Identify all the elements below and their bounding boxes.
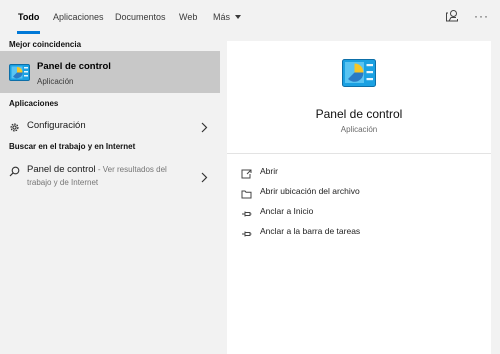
web-result-title: Panel de control [27,164,96,175]
chevron-right-icon[interactable] [201,170,208,188]
folder-location-icon [241,186,252,204]
best-match-title: Panel de control [37,61,111,72]
action-anclar-barra-tareas-label: Anclar a la barra de tareas [260,226,361,236]
section-header-trabajo-internet: Buscar en el trabajo y en Internet [9,142,136,151]
web-result-desc-2: trabajo y de Internet [27,178,99,187]
web-result-text: Panel de control - Ver resultados del tr… [27,163,167,189]
preview-subtitle: Aplicación [340,125,378,134]
preview-title: Panel de control [315,107,403,121]
chevron-right-icon[interactable] [201,120,208,138]
search-filter-tabs: Todo Aplicaciones Documentos Web Más ··· [0,0,500,34]
action-anclar-barra-tareas[interactable]: Anclar a la barra de tareas [241,225,381,241]
control-panel-icon [9,64,30,86]
chevron-down-icon [235,15,242,19]
best-match-result[interactable]: Panel de control Aplicación [0,51,220,93]
tab-documentos[interactable]: Documentos [115,0,166,34]
section-header-best-match: Mejor coincidencia [9,40,82,49]
tab-todo[interactable]: Todo [16,0,41,34]
web-result-desc-1: - Ver resultados del [95,165,167,174]
best-match-subtitle: Aplicación [37,77,74,86]
pin-icon [241,206,252,224]
action-abrir-ubicacion-label: Abrir ubicación del archivo [260,186,360,196]
tab-web[interactable]: Web [179,0,197,34]
action-abrir-ubicacion[interactable]: Abrir ubicación del archivo [241,185,381,201]
more-options-icon[interactable]: ··· [474,9,489,23]
tab-mas-label: Más [213,12,231,22]
pin-icon [241,226,252,244]
control-panel-icon [342,59,376,92]
section-header-aplicaciones: Aplicaciones [9,99,59,108]
preview-pane: Panel de control Aplicación Abrir Abrir … [227,41,491,354]
gear-icon [9,120,20,138]
divider [227,153,491,154]
action-anclar-inicio-label: Anclar a Inicio [260,206,314,216]
result-configuracion[interactable]: Configuración [0,114,220,138]
search-icon [9,164,20,182]
open-icon [241,166,252,184]
tab-aplicaciones[interactable]: Aplicaciones [53,0,104,34]
results-list: Mejor coincidencia Panel de control Apli… [0,34,220,354]
tab-mas-dropdown[interactable]: Más [213,0,242,34]
action-abrir[interactable]: Abrir [241,165,301,181]
feedback-icon[interactable] [445,9,459,28]
result-web-search[interactable]: Panel de control - Ver resultados del tr… [0,158,220,194]
result-configuracion-label: Configuración [27,120,86,131]
action-abrir-label: Abrir [260,166,278,176]
action-anclar-inicio[interactable]: Anclar a Inicio [241,205,331,221]
